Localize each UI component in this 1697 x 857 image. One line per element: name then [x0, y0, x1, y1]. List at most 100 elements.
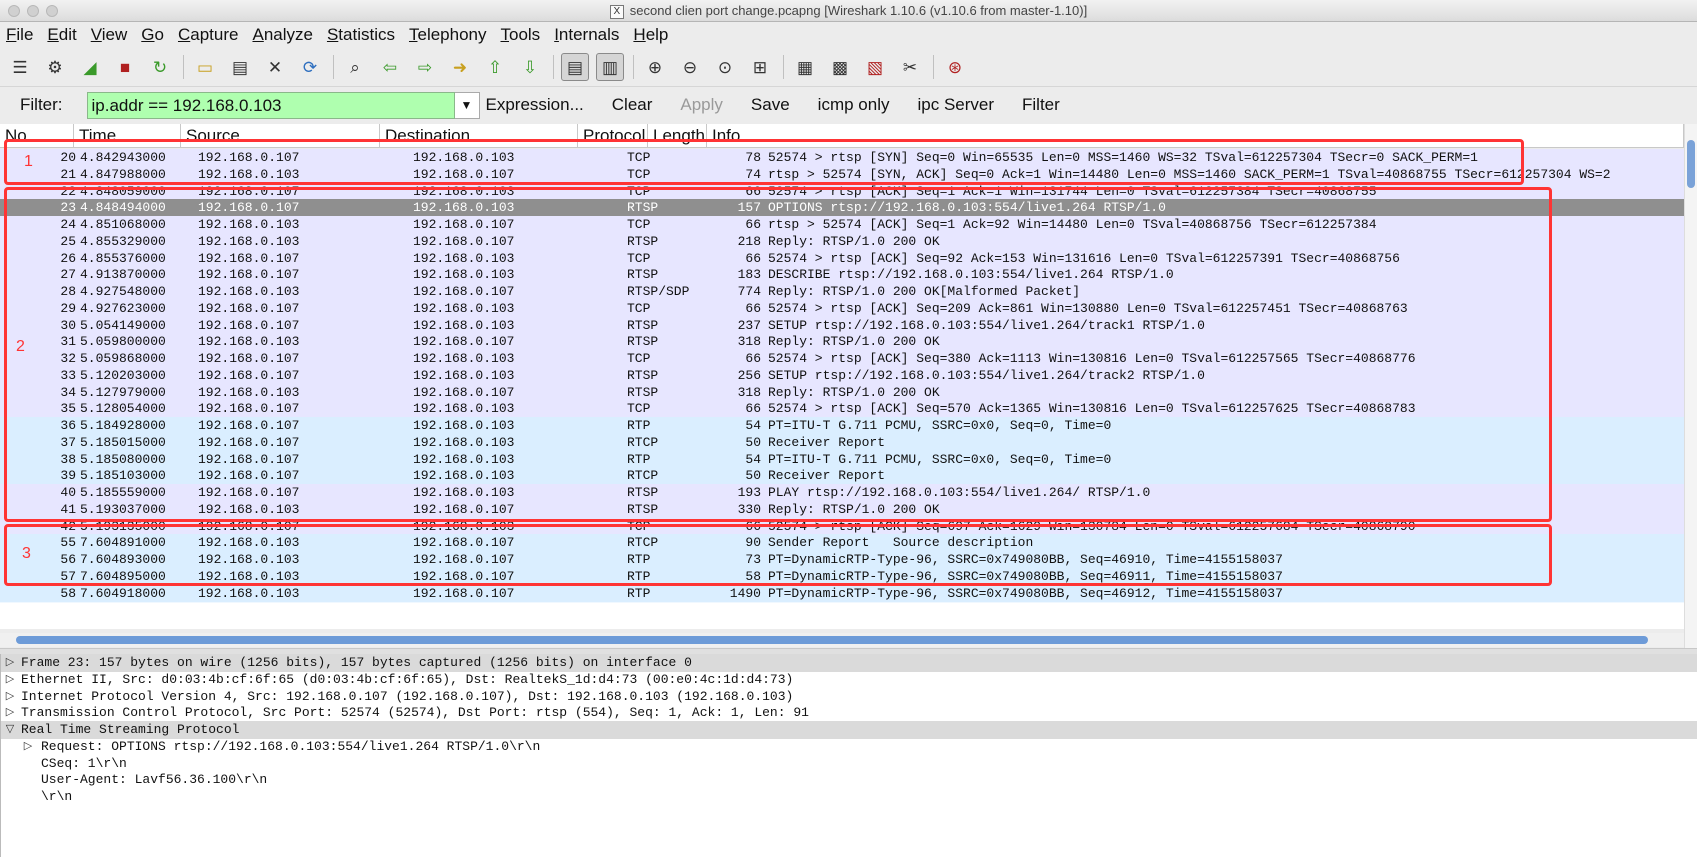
detail-row[interactable]: CSeq: 1\r\n [1, 755, 1697, 773]
packet-row[interactable]: 36 5.184928000 192.168.0.107 192.168.0.103 R… [0, 417, 1684, 435]
packet-row[interactable]: 34 5.127979000 192.168.0.103 192.168.0.107 R… [0, 383, 1684, 402]
forward-button[interactable]: ⇨ [411, 53, 439, 81]
menu-go[interactable]: Go [141, 25, 164, 45]
detail-row[interactable]: ▷ Ethernet II, Src: d0:03:4b:cf:6f:65 (d0… [1, 671, 1697, 689]
autoscroll-button[interactable]: ▥ [596, 53, 624, 81]
packet-row[interactable]: 29 4.927623000 192.168.0.107 192.168.0.103 T… [0, 299, 1684, 318]
packet-row[interactable]: 25 4.855329000 192.168.0.103 192.168.0.107 R… [0, 232, 1684, 251]
collapsed-triangle-icon[interactable]: ▷ [3, 688, 17, 706]
packet-row[interactable]: 26 4.855376000 192.168.0.107 192.168.0.103 T… [0, 249, 1684, 268]
find-button[interactable]: ⌕ [341, 53, 369, 81]
last-button[interactable]: ⇩ [516, 53, 544, 81]
preferences-button[interactable]: ✂ [896, 53, 924, 81]
goto-button[interactable]: ➜ [446, 53, 474, 81]
column-header-destination[interactable]: Destination [380, 124, 578, 148]
packet-row[interactable]: 55 7.604891000 192.168.0.103 192.168.0.107 R… [0, 534, 1684, 553]
minimize-window-button[interactable] [27, 5, 39, 17]
icmp-only-button[interactable]: icmp only [818, 95, 890, 115]
packet-row[interactable]: 37 5.185015000 192.168.0.107 192.168.0.103 R… [0, 433, 1684, 452]
packet-row[interactable]: 42 5.193135000 192.168.0.107 192.168.0.103 T… [0, 517, 1684, 536]
reload-button[interactable]: ⟳ [296, 53, 324, 81]
detail-row[interactable]: ▷ Transmission Control Protocol, Src Port… [1, 704, 1697, 722]
menu-edit[interactable]: Edit [47, 25, 76, 45]
interfaces-button[interactable]: ☰ [6, 53, 34, 81]
display-filters-button[interactable]: ▩ [826, 53, 854, 81]
zoom-out-button[interactable]: ⊖ [676, 53, 704, 81]
column-header-protocol[interactable]: Protocol [578, 124, 648, 148]
menu-analyze[interactable]: Analyze [252, 25, 312, 45]
menu-view[interactable]: View [91, 25, 128, 45]
packet-row[interactable]: 40 5.185559000 192.168.0.107 192.168.0.103 R… [0, 484, 1684, 502]
collapsed-triangle-icon[interactable]: ▷ [3, 704, 17, 722]
packet-row[interactable]: 58 7.604918000 192.168.0.103 192.168.0.107 R… [0, 584, 1684, 603]
column-header-info[interactable]: Info [707, 124, 1684, 148]
filter-input[interactable]: ip.addr == 192.168.0.103 [86, 91, 455, 119]
packet-row[interactable]: 31 5.059800000 192.168.0.103 192.168.0.107 R… [0, 333, 1684, 352]
column-header-length[interactable]: Length [648, 124, 707, 148]
column-header-no[interactable]: No. [0, 124, 74, 148]
packet-row[interactable]: 30 5.054149000 192.168.0.107 192.168.0.103 R… [0, 316, 1684, 335]
capture-filters-button[interactable]: ▦ [791, 53, 819, 81]
filter-button[interactable]: Filter [1022, 95, 1060, 115]
back-button[interactable]: ⇦ [376, 53, 404, 81]
packet-row[interactable]: 20 4.842943000 192.168.0.107 192.168.0.103 T… [0, 149, 1684, 167]
options-button[interactable]: ⚙ [41, 53, 69, 81]
menu-telephony[interactable]: Telephony [409, 25, 487, 45]
close-window-button[interactable] [8, 5, 20, 17]
menu-file[interactable]: File [6, 25, 33, 45]
stop-capture-button[interactable]: ■ [111, 53, 139, 81]
packet-row[interactable]: 24 4.851068000 192.168.0.103 192.168.0.107 T… [0, 216, 1684, 234]
packet-list-vscrollbar[interactable] [1684, 124, 1697, 648]
coloring-rules-button[interactable]: ▧ [861, 53, 889, 81]
packet-row[interactable]: 38 5.185080000 192.168.0.107 192.168.0.103 R… [0, 450, 1684, 469]
detail-row[interactable]: User-Agent: Lavf56.36.100\r\n [1, 771, 1697, 789]
column-header-source[interactable]: Source [181, 124, 380, 148]
menu-statistics[interactable]: Statistics [327, 25, 395, 45]
column-header-time[interactable]: Time [74, 124, 181, 148]
detail-row[interactable]: ▽ Real Time Streaming Protocol [1, 721, 1697, 739]
help-button[interactable]: ⊛ [941, 53, 969, 81]
close-button[interactable]: ✕ [261, 53, 289, 81]
menu-capture[interactable]: Capture [178, 25, 238, 45]
packet-list-hscrollbar[interactable] [0, 633, 1684, 647]
packet-row[interactable]: 39 5.185103000 192.168.0.107 192.168.0.103 R… [0, 467, 1684, 486]
collapsed-triangle-icon[interactable]: ▷ [21, 738, 35, 756]
packet-row[interactable]: 23 4.848494000 192.168.0.107 192.168.0.103 R… [0, 199, 1684, 218]
save-filter-button[interactable]: Save [751, 95, 790, 115]
window-controls[interactable] [8, 5, 58, 17]
colorize-button[interactable]: ▤ [561, 53, 589, 81]
expanded-triangle-icon[interactable]: ▽ [3, 721, 17, 739]
packet-row[interactable]: 27 4.913870000 192.168.0.107 192.168.0.103 R… [0, 266, 1684, 285]
packet-row[interactable]: 22 4.848059000 192.168.0.107 192.168.0.103 T… [0, 182, 1684, 201]
packet-row[interactable]: 28 4.927548000 192.168.0.103 192.168.0.107 R… [0, 283, 1684, 301]
start-capture-button[interactable]: ◢ [76, 53, 104, 81]
packet-row[interactable]: 57 7.604895000 192.168.0.103 192.168.0.107 R… [0, 567, 1684, 586]
menu-help[interactable]: Help [633, 25, 668, 45]
packet-row[interactable]: 41 5.193037000 192.168.0.103 192.168.0.107 R… [0, 500, 1684, 519]
collapsed-triangle-icon[interactable]: ▷ [3, 671, 17, 689]
packet-row[interactable]: 33 5.120203000 192.168.0.107 192.168.0.103 R… [0, 366, 1684, 385]
menu-internals[interactable]: Internals [554, 25, 619, 45]
packet-row[interactable]: 35 5.128054000 192.168.0.107 192.168.0.103 T… [0, 400, 1684, 419]
detail-row[interactable]: ▷ Frame 23: 157 bytes on wire (1256 bits)… [1, 654, 1697, 672]
packet-row[interactable]: 21 4.847988000 192.168.0.103 192.168.0.107 T… [0, 165, 1684, 184]
detail-row[interactable]: ▷ Request: OPTIONS rtsp://192.168.0.103:5… [1, 738, 1697, 756]
open-button[interactable]: ▭ [191, 53, 219, 81]
zoom-window-button[interactable] [46, 5, 58, 17]
packet-row[interactable]: 32 5.059868000 192.168.0.107 192.168.0.103 T… [0, 350, 1684, 368]
expression-button[interactable]: Expression... [486, 95, 584, 115]
zoom-normal-button[interactable]: ⊙ [711, 53, 739, 81]
collapsed-triangle-icon[interactable]: ▷ [3, 654, 17, 672]
detail-row[interactable]: ▷ Internet Protocol Version 4, Src: 192.1… [1, 688, 1697, 706]
save-button[interactable]: ▤ [226, 53, 254, 81]
zoom-in-button[interactable]: ⊕ [641, 53, 669, 81]
filter-dropdown-button[interactable]: ▼ [454, 91, 480, 119]
packet-row[interactable]: 56 7.604893000 192.168.0.103 192.168.0.107 R… [0, 551, 1684, 569]
hscroll-thumb[interactable] [16, 636, 1648, 644]
detail-row[interactable]: \r\n [1, 788, 1697, 806]
vscroll-thumb[interactable] [1687, 140, 1695, 188]
clear-button[interactable]: Clear [612, 95, 653, 115]
restart-capture-button[interactable]: ↻ [146, 53, 174, 81]
menu-tools[interactable]: Tools [501, 25, 541, 45]
ipc-server-button[interactable]: ipc Server [917, 95, 994, 115]
